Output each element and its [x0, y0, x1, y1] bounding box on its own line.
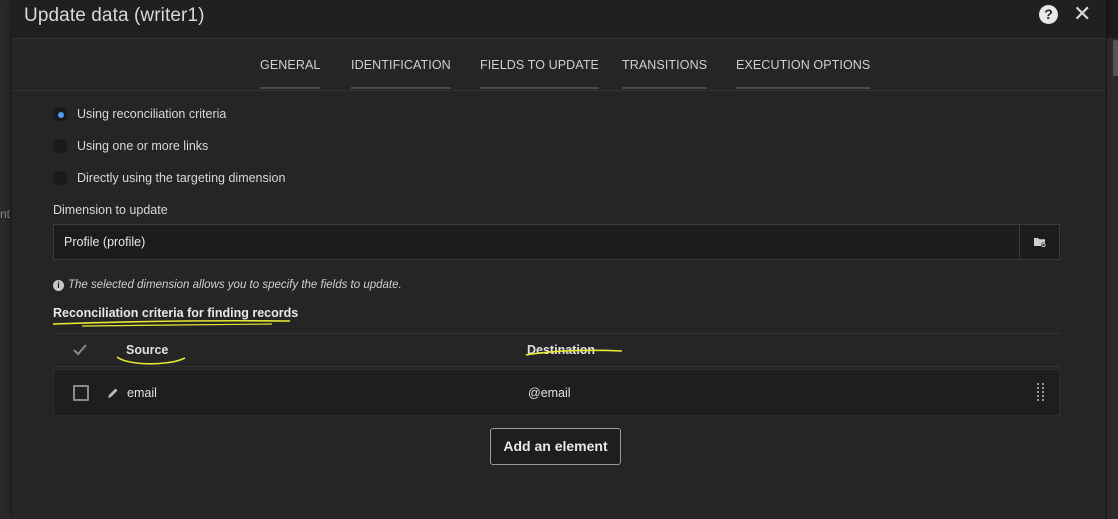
info-text: The selected dimension allows you to spe…	[68, 279, 402, 291]
radio-label: Directly using the targeting dimension	[77, 171, 286, 185]
column-header-destination[interactable]: Destination	[527, 343, 595, 357]
option-links[interactable]: Using one or more links	[53, 136, 208, 156]
dialog-titlebar: Update data (writer1) ? ✕	[12, 0, 1106, 39]
tab-fields-to-update[interactable]: FIELDS TO UPDATE	[480, 58, 599, 89]
tab-identification[interactable]: IDENTIFICATION	[351, 58, 451, 89]
update-data-dialog: Update data (writer1) ? ✕ GENERAL IDENTI…	[12, 0, 1106, 519]
radio-button-selected[interactable]	[53, 106, 68, 122]
add-element-button[interactable]: Add an element	[490, 428, 621, 465]
row-checkbox[interactable]	[73, 385, 89, 401]
destination-cell[interactable]: @email	[528, 386, 571, 400]
background-text-fragment: nt	[0, 207, 11, 221]
dimension-info: i The selected dimension allows you to s…	[53, 279, 402, 291]
tab-general[interactable]: GENERAL	[260, 58, 321, 89]
criteria-section-title: Reconciliation criteria for finding reco…	[53, 306, 299, 320]
page-scrollbar[interactable]	[1107, 38, 1118, 519]
drag-handle-icon[interactable]	[1037, 383, 1045, 402]
tab-divider	[12, 90, 1106, 91]
radio-button[interactable]	[53, 138, 68, 154]
pencil-icon[interactable]	[107, 387, 119, 399]
dialog-title: Update data (writer1)	[24, 5, 205, 26]
dimension-input[interactable]: Profile (profile)	[53, 224, 1020, 260]
radio-button[interactable]	[53, 170, 68, 186]
table-row[interactable]: email @email	[53, 369, 1060, 416]
radio-label: Using reconciliation criteria	[77, 107, 227, 121]
info-icon: i	[53, 279, 64, 291]
radio-label: Using one or more links	[77, 139, 209, 153]
folder-browse-icon	[1033, 238, 1046, 248]
column-header-source[interactable]: Source	[126, 343, 168, 357]
tab-transitions[interactable]: TRANSITIONS	[622, 58, 708, 89]
tab-execution-options[interactable]: EXECUTION OPTIONS	[736, 58, 871, 89]
option-reconciliation-criteria[interactable]: Using reconciliation criteria	[53, 104, 226, 124]
background-page	[0, 0, 12, 519]
help-icon[interactable]: ?	[1039, 5, 1058, 24]
source-cell[interactable]: email	[127, 386, 157, 400]
option-targeting-dimension[interactable]: Directly using the targeting dimension	[53, 168, 285, 188]
criteria-table-header: Source Destination	[53, 333, 1060, 367]
dimension-browse-button[interactable]	[1019, 224, 1060, 260]
dimension-label: Dimension to update	[53, 203, 168, 217]
checkmark-icon[interactable]	[72, 343, 88, 357]
scrollbar-thumb[interactable]	[1113, 40, 1118, 76]
tab-bar: GENERAL IDENTIFICATION FIELDS TO UPDATE …	[12, 39, 1106, 91]
close-icon[interactable]: ✕	[1073, 1, 1091, 27]
